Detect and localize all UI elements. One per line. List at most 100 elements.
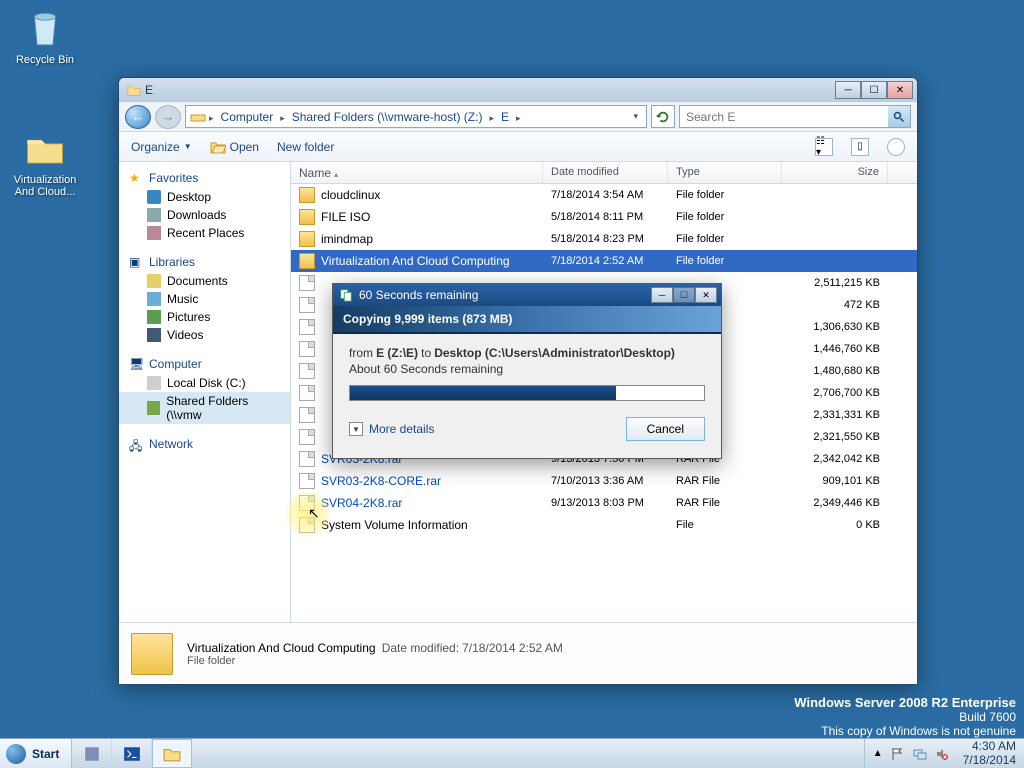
file-icon <box>299 341 315 357</box>
search-button[interactable] <box>888 106 910 127</box>
tree-pictures[interactable]: Pictures <box>119 308 290 326</box>
clock[interactable]: 4:30 AM 7/18/2014 <box>957 740 1016 766</box>
flag-icon[interactable] <box>891 747 905 761</box>
system-tray: ▲ 4:30 AM 7/18/2014 <box>864 739 1024 768</box>
breadcrumb-folder[interactable]: E <box>497 110 513 124</box>
open-button[interactable]: Open <box>210 139 259 155</box>
taskbar-server-manager[interactable] <box>72 739 112 768</box>
tree-desktop[interactable]: Desktop <box>119 188 290 206</box>
new-folder-button[interactable]: New folder <box>277 140 334 154</box>
navigation-tree: ★Favorites Desktop Downloads Recent Plac… <box>119 162 291 622</box>
dialog-close[interactable]: ✕ <box>695 287 717 303</box>
desktop-folder-virtualization[interactable]: Virtualization And Cloud... <box>8 128 82 198</box>
desktop-folder-label: Virtualization And Cloud... <box>8 174 82 198</box>
network-tray-icon[interactable] <box>913 747 927 761</box>
file-icon <box>299 275 315 291</box>
file-icon <box>299 363 315 379</box>
toolbar: Organize ▼ Open New folder ☷ ▾ ▯ ? <box>119 132 917 162</box>
tree-recent[interactable]: Recent Places <box>119 224 290 242</box>
address-bar: ← → Computer Shared Folders (\\vmware-ho… <box>119 102 917 132</box>
search-icon <box>893 111 905 123</box>
tree-libraries[interactable]: ▣Libraries <box>119 252 290 272</box>
drive-icon <box>190 109 206 125</box>
close-button[interactable]: ✕ <box>887 81 913 99</box>
server-icon <box>83 745 101 763</box>
column-type[interactable]: Type <box>668 162 782 183</box>
tree-documents[interactable]: Documents <box>119 272 290 290</box>
column-name[interactable]: Name ▴ <box>291 162 543 183</box>
copy-header: Copying 9,999 items (873 MB) <box>333 306 721 334</box>
taskbar-explorer[interactable] <box>152 739 192 768</box>
file-row[interactable]: Virtualization And Cloud Computing7/18/2… <box>291 250 917 272</box>
file-row[interactable]: imindmap5/18/2014 8:23 PMFile folder <box>291 228 917 250</box>
file-row[interactable]: SVR04-2K8.rar9/13/2013 8:03 PMRAR File2,… <box>291 492 917 514</box>
start-button[interactable]: Start <box>0 739 72 768</box>
cancel-button[interactable]: Cancel <box>626 417 705 441</box>
recycle-bin-icon <box>24 8 66 50</box>
breadcrumb[interactable]: Computer Shared Folders (\\vmware-host) … <box>185 105 647 128</box>
explorer-icon <box>163 745 181 763</box>
copy-info: from E (Z:\E) to Desktop (C:\Users\Admin… <box>349 346 705 377</box>
recycle-bin-label: Recycle Bin <box>8 54 82 66</box>
tree-shared-folders[interactable]: Shared Folders (\\vmw <box>119 392 290 424</box>
file-row[interactable]: cloudclinux7/18/2014 3:54 AMFile folder <box>291 184 917 206</box>
refresh-button[interactable] <box>651 105 675 128</box>
file-icon <box>299 429 315 445</box>
tree-videos[interactable]: Videos <box>119 326 290 344</box>
chevron-down-icon: ▼ <box>349 422 363 436</box>
progress-bar <box>349 385 705 401</box>
preview-pane-button[interactable]: ▯ <box>851 138 869 156</box>
tree-local-disk[interactable]: Local Disk (C:) <box>119 374 290 392</box>
volume-icon[interactable] <box>935 747 949 761</box>
tree-downloads[interactable]: Downloads <box>119 206 290 224</box>
tree-music[interactable]: Music <box>119 290 290 308</box>
details-pane: Virtualization And Cloud Computing Date … <box>119 622 917 684</box>
window-title: E <box>145 83 835 97</box>
tree-favorites[interactable]: ★Favorites <box>119 168 290 188</box>
forward-button[interactable]: → <box>155 105 181 129</box>
file-icon <box>299 385 315 401</box>
open-folder-icon <box>210 139 226 155</box>
tree-computer[interactable]: 🖥Computer <box>119 354 290 374</box>
file-row[interactable]: SVR03-2K8-CORE.rar7/10/2013 3:36 AMRAR F… <box>291 470 917 492</box>
dialog-minimize[interactable]: ─ <box>651 287 673 303</box>
maximize-button[interactable]: ☐ <box>861 81 887 99</box>
organize-button[interactable]: Organize ▼ <box>131 140 192 154</box>
details-subtitle: File folder <box>187 655 563 667</box>
folder-icon <box>299 231 315 247</box>
breadcrumb-computer[interactable]: Computer <box>217 110 278 124</box>
file-icon <box>299 495 315 511</box>
file-icon <box>299 473 315 489</box>
powershell-icon <box>123 745 141 763</box>
breadcrumb-dropdown[interactable]: ▾ <box>629 111 642 122</box>
folder-icon <box>127 83 141 97</box>
column-size[interactable]: Size <box>782 162 888 183</box>
file-row[interactable]: System Volume InformationFile0 KB <box>291 514 917 536</box>
help-button[interactable]: ? <box>887 138 905 156</box>
search-box <box>679 105 911 128</box>
minimize-button[interactable]: ─ <box>835 81 861 99</box>
dialog-title: 60 Seconds remaining <box>359 288 478 302</box>
back-button[interactable]: ← <box>125 105 151 129</box>
column-date[interactable]: Date modified <box>543 162 668 183</box>
titlebar[interactable]: E ─ ☐ ✕ <box>119 78 917 102</box>
folder-icon <box>299 253 315 269</box>
copy-icon <box>339 288 353 302</box>
watermark: Windows Server 2008 R2 Enterprise Build … <box>794 695 1016 738</box>
file-icon <box>299 319 315 335</box>
start-orb-icon <box>6 744 26 764</box>
copy-progress-dialog: 60 Seconds remaining ─ ☐ ✕ Copying 9,999… <box>332 283 722 459</box>
view-button[interactable]: ☷ ▾ <box>815 138 833 156</box>
dialog-maximize: ☐ <box>673 287 695 303</box>
dialog-titlebar[interactable]: 60 Seconds remaining ─ ☐ ✕ <box>333 284 721 306</box>
taskbar-powershell[interactable] <box>112 739 152 768</box>
desktop-recycle-bin[interactable]: Recycle Bin <box>8 8 82 66</box>
file-row[interactable]: FILE ISO5/18/2014 8:11 PMFile folder <box>291 206 917 228</box>
details-title: Virtualization And Cloud Computing <box>187 641 376 655</box>
more-details-toggle[interactable]: ▼More details <box>349 422 434 436</box>
search-input[interactable] <box>680 110 888 124</box>
tray-show-hidden[interactable]: ▲ <box>873 748 883 759</box>
breadcrumb-share[interactable]: Shared Folders (\\vmware-host) (Z:) <box>288 110 487 124</box>
file-icon <box>299 407 315 423</box>
tree-network[interactable]: 🖧Network <box>119 434 290 454</box>
